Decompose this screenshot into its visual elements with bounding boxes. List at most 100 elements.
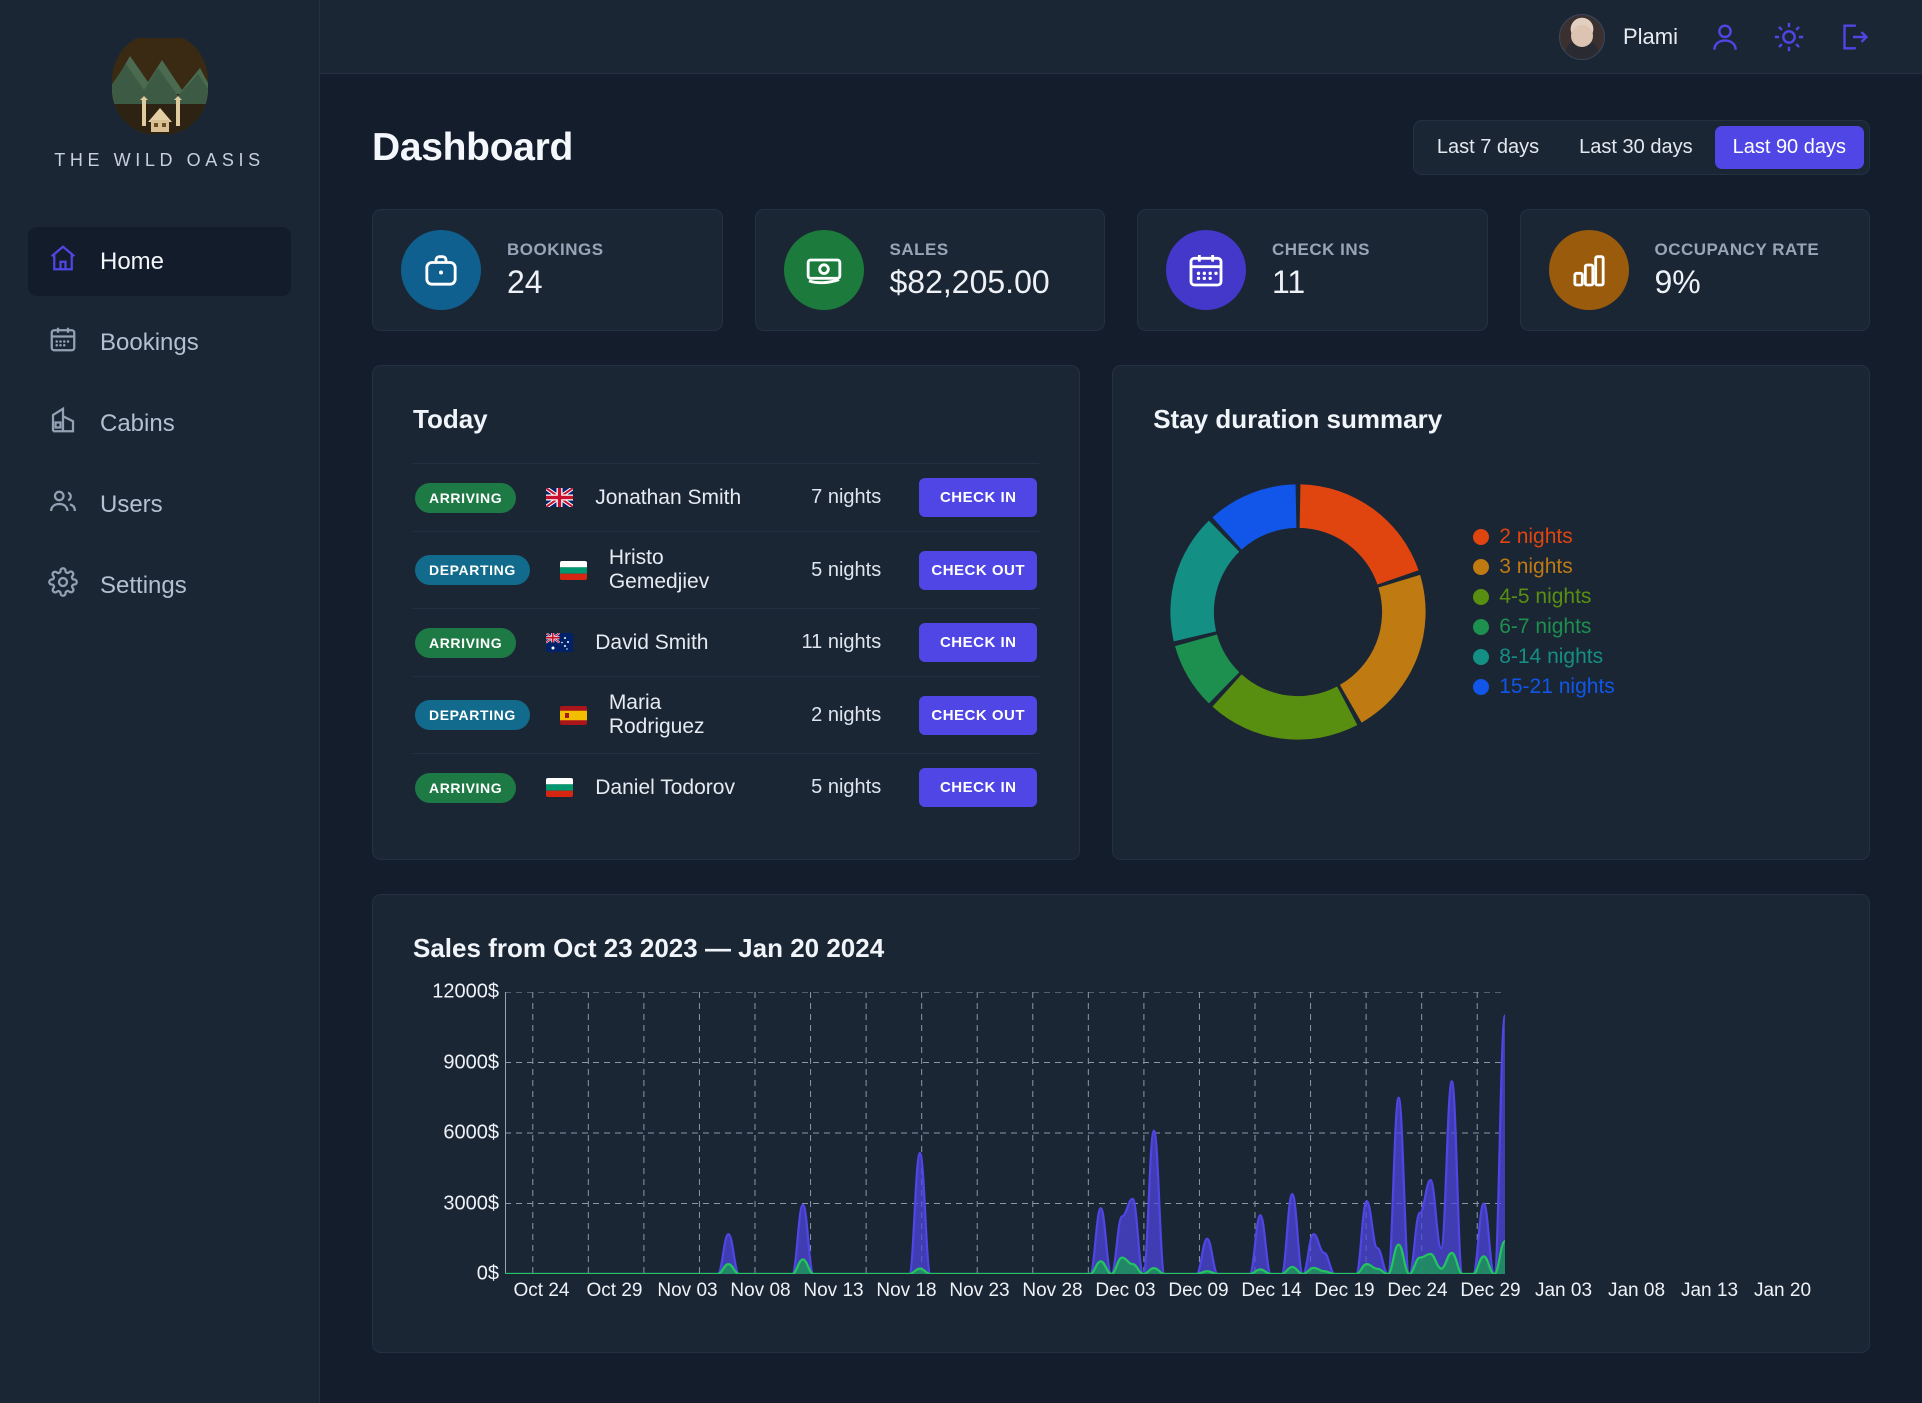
sidebar-item-label: Settings <box>100 571 187 599</box>
guest-name: Jonathan Smith <box>595 485 742 509</box>
sidebar-item-home[interactable]: Home <box>28 227 291 296</box>
sidebar-item-bookings[interactable]: Bookings <box>28 308 291 377</box>
x-axis-tick: Oct 24 <box>513 1280 570 1301</box>
list-item: DEPARTING Hristo Gemedjiev 5 nights CHEC… <box>413 531 1040 608</box>
stat-card-check-ins: CHECK INS 11 <box>1137 209 1488 331</box>
y-axis-tick: 12000$ <box>432 980 499 1003</box>
stay-duration-panel: Stay duration summary 2 nights 3 nights 4-… <box>1112 365 1870 860</box>
donut-legend: 2 nights 3 nights 4-5 nights 6-7 nights 8-14… <box>1473 525 1615 699</box>
donut-slice[interactable] <box>1212 674 1358 740</box>
stay-duration-title: Stay duration summary <box>1153 404 1443 434</box>
legend-item[interactable]: 15-21 nights <box>1473 675 1615 699</box>
sidebar: THE WILD OASIS Home Bookings Cabins User… <box>0 0 320 1403</box>
user-chip[interactable]: Plami <box>1558 13 1678 60</box>
stat-label: SALES <box>889 239 949 259</box>
sales-title: Sales from Oct 23 2023 — Jan 20 2024 <box>413 933 885 963</box>
y-axis-tick: 0$ <box>476 1262 499 1285</box>
main-area: Plami Dashboard Last 7 days Last 30 days… <box>320 0 1922 1403</box>
home-icon <box>48 243 78 280</box>
legend-item[interactable]: 4-5 nights <box>1473 585 1615 609</box>
x-axis-labels: Oct 24 Oct 29 Nov 03 Nov 08 Nov 13 Nov 18 Nov … <box>505 1280 1819 1302</box>
x-axis-tick: Nov 08 <box>730 1280 791 1301</box>
page-title: Dashboard <box>372 125 574 169</box>
x-axis-tick: Nov 28 <box>1022 1280 1083 1301</box>
donut-chart-wrap: 2 nights 3 nights 4-5 nights 6-7 nights 8-14… <box>1153 463 1829 757</box>
sidebar-item-label: Home <box>100 247 165 275</box>
logout-icon[interactable] <box>1836 20 1870 54</box>
spain-flag-icon <box>559 705 587 725</box>
legend-item[interactable]: 6-7 nights <box>1473 615 1615 639</box>
legend-color-dot <box>1473 559 1490 575</box>
legend-color-dot <box>1473 649 1490 665</box>
guest-name: Hristo Gemedjiev <box>608 546 710 593</box>
donut-slice[interactable] <box>1340 574 1426 723</box>
legend-item[interactable]: 2 nights <box>1473 525 1615 549</box>
calendar-check-icon <box>1166 230 1246 310</box>
x-axis-tick: Nov 18 <box>876 1280 937 1301</box>
x-axis-tick: Dec 09 <box>1168 1280 1229 1301</box>
donut-slice[interactable] <box>1170 520 1240 642</box>
stat-label: CHECK INS <box>1272 239 1371 259</box>
x-axis-tick: Jan 13 <box>1680 1280 1739 1301</box>
x-axis-tick: Dec 24 <box>1387 1280 1448 1301</box>
legend-item[interactable]: 8-14 nights <box>1473 645 1615 669</box>
check-in-button[interactable]: CHECK IN <box>919 478 1038 517</box>
donut-slice[interactable] <box>1299 484 1419 585</box>
x-axis-tick: Jan 20 <box>1753 1280 1812 1301</box>
calendar-icon <box>48 324 78 361</box>
username: Plami <box>1622 23 1678 49</box>
x-axis-tick: Jan 08 <box>1607 1280 1666 1301</box>
page-header: Dashboard Last 7 days Last 30 days Last … <box>372 120 1870 175</box>
stat-value: 9% <box>1654 263 1701 300</box>
legend-label: 8-14 nights <box>1499 645 1604 668</box>
sidebar-item-cabins[interactable]: Cabins <box>28 389 291 458</box>
list-item: ARRIVING David Smith 11 nights CHECK IN <box>413 608 1040 676</box>
check-in-button[interactable]: CHECK IN <box>919 768 1038 807</box>
stat-card-bookings: BOOKINGS 24 <box>372 209 723 331</box>
check-out-button[interactable]: CHECK OUT <box>919 550 1038 590</box>
stat-cards: BOOKINGS 24 SALES $82,205.00 CHECK INS 1… <box>372 209 1870 331</box>
legend-color-dot <box>1473 679 1490 695</box>
filter-last-7-days[interactable]: Last 7 days <box>1419 126 1557 169</box>
x-axis-tick: Dec 19 <box>1314 1280 1375 1301</box>
user-icon[interactable] <box>1708 20 1742 54</box>
today-title: Today <box>413 404 488 434</box>
list-item: ARRIVING Daniel Todorov 5 nights CHECK I… <box>413 753 1040 821</box>
check-out-button[interactable]: CHECK OUT <box>919 695 1038 735</box>
page-content: Dashboard Last 7 days Last 30 days Last … <box>320 74 1922 1403</box>
area-fill <box>505 1241 1505 1274</box>
filter-last-30-days[interactable]: Last 30 days <box>1561 126 1710 169</box>
x-axis-tick: Jan 03 <box>1534 1280 1593 1301</box>
today-list: ARRIVING Jonathan Smith 7 nights CHECK I… <box>413 463 1040 821</box>
sales-plot <box>505 992 1505 1274</box>
filter-last-90-days[interactable]: Last 90 days <box>1714 126 1864 169</box>
x-axis-tick: Dec 03 <box>1095 1280 1156 1301</box>
briefcase-icon <box>401 230 481 310</box>
nights-count: 11 nights <box>801 631 882 653</box>
nights-count: 2 nights <box>811 703 882 726</box>
y-axis-tick: 6000$ <box>443 1121 499 1144</box>
x-axis-tick: Oct 29 <box>586 1280 643 1301</box>
uk-flag-icon <box>546 488 574 507</box>
guest-name: Maria Rodriguez <box>608 691 705 738</box>
sidebar-item-settings[interactable]: Settings <box>28 551 291 620</box>
australia-flag-icon <box>546 633 574 652</box>
nights-count: 5 nights <box>811 558 882 581</box>
legend-label: 4-5 nights <box>1499 585 1592 608</box>
brand-name: THE WILD OASIS <box>54 150 265 170</box>
sidebar-item-users[interactable]: Users <box>28 470 291 539</box>
status-badge: DEPARTING <box>415 700 530 730</box>
y-axis-tick: 9000$ <box>443 1051 499 1073</box>
check-in-button[interactable]: CHECK IN <box>919 623 1038 662</box>
legend-item[interactable]: 3 nights <box>1473 555 1615 579</box>
sales-panel: Sales from Oct 23 2023 — Jan 20 2024 0$ 3… <box>372 894 1870 1353</box>
sun-icon[interactable] <box>1772 20 1806 54</box>
area-line <box>505 1016 1505 1275</box>
stat-label: BOOKINGS <box>507 239 604 259</box>
date-filter-group: Last 7 days Last 30 days Last 90 days <box>1412 120 1870 175</box>
y-axis-labels: 0$ 3000$ 6000$ 9000$ 12000$ <box>413 981 499 1285</box>
sidebar-nav: Home Bookings Cabins Users Settings <box>0 227 319 620</box>
legend-color-dot <box>1473 529 1490 545</box>
stat-label: OCCUPANCY RATE <box>1654 239 1820 259</box>
stat-value: $82,205.00 <box>889 263 1050 300</box>
